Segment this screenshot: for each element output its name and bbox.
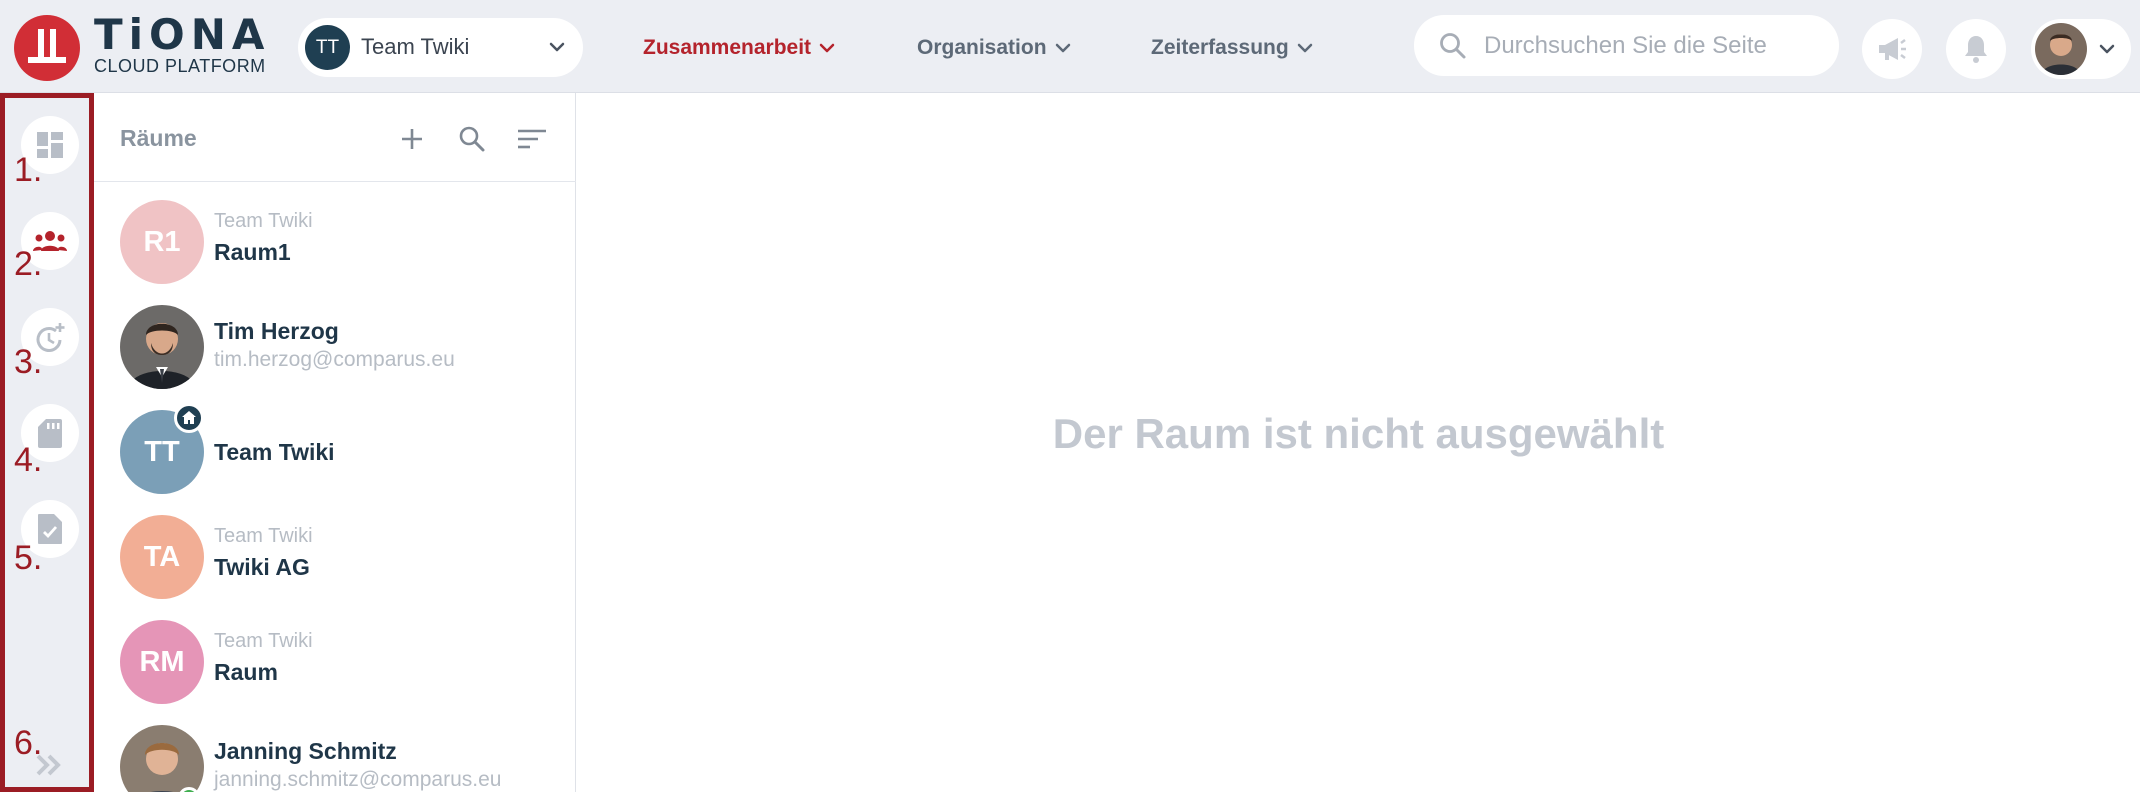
room-name: Team Twiki — [214, 439, 335, 465]
megaphone-icon — [1879, 38, 1906, 60]
team-avatar: TT — [305, 25, 350, 70]
room-team: Team Twiki — [214, 525, 313, 547]
room-item[interactable]: RM Team Twiki Raum — [94, 610, 576, 715]
rail-number-5: 5. — [14, 539, 43, 577]
avatar — [120, 305, 204, 389]
room-avatar: R1 — [120, 200, 204, 284]
profile-menu[interactable] — [2031, 19, 2131, 79]
nav-label: Zeiterfassung — [1151, 36, 1289, 59]
bell-icon — [1965, 36, 1987, 63]
room-avatar: RM — [120, 620, 204, 704]
room-item[interactable]: TA Team Twiki Twiki AG — [94, 505, 576, 610]
room-team: Team Twiki — [214, 210, 313, 232]
room-email: janning.schmitz@comparus.eu — [214, 768, 502, 791]
rail-number-2: 2. — [14, 245, 43, 283]
chevron-down-icon — [1055, 43, 1070, 53]
search-icon — [459, 126, 485, 152]
nav-zeiterfassung[interactable]: Zeiterfassung — [1151, 33, 1315, 63]
room-item[interactable]: Tim Herzog tim.herzog@comparus.eu — [94, 295, 576, 400]
avatar — [2035, 23, 2087, 75]
rail-number-4: 4. — [14, 441, 43, 479]
avatar — [120, 725, 204, 792]
room-email: tim.herzog@comparus.eu — [214, 348, 455, 371]
search-bar[interactable] — [1414, 15, 1839, 76]
top-bar: TiONA CLOUD PLATFORM TT Team Twiki Zusam… — [0, 0, 2140, 93]
plus-icon — [402, 129, 422, 149]
room-name: Janning Schmitz — [214, 738, 397, 764]
room-item[interactable]: R1 Team Twiki Raum1 — [94, 190, 576, 295]
room-item[interactable]: Janning Schmitz janning.schmitz@comparus… — [94, 715, 576, 792]
logo-mark-icon — [28, 29, 66, 63]
brand-name: TiONA — [94, 10, 271, 59]
room-avatar: TA — [120, 515, 204, 599]
sidebar-rail: 1. 2. 3. 4. 5. 6. — [0, 93, 94, 792]
tiona-logo[interactable] — [14, 15, 80, 81]
nav-organisation[interactable]: Organisation — [917, 33, 1073, 63]
room-name: Raum — [214, 659, 278, 685]
rooms-header: Räume — [94, 93, 576, 182]
team-name: Team Twiki — [361, 34, 470, 59]
rooms-panel: Räume R1 Team Twiki Raum1 Tim Herzog tim… — [94, 93, 576, 792]
room-name: Raum1 — [214, 239, 291, 265]
home-icon — [182, 411, 196, 424]
room-item[interactable]: TT Team Twiki — [94, 400, 576, 505]
nav-label: Zusammenarbeit — [643, 36, 812, 59]
chevron-down-icon — [2099, 44, 2115, 54]
notifications-button[interactable] — [1946, 19, 2006, 79]
chevron-down-icon — [819, 43, 835, 53]
announcements-button[interactable] — [1862, 19, 1922, 79]
room-name: Tim Herzog — [214, 318, 339, 344]
nav-label: Organisation — [917, 36, 1047, 59]
search-rooms-button[interactable] — [452, 119, 492, 159]
add-room-button[interactable] — [392, 119, 432, 159]
search-input[interactable] — [1484, 29, 1824, 63]
expand-sidebar-icon[interactable] — [35, 753, 63, 777]
empty-state-message: Der Raum ist nicht ausgewählt — [1052, 410, 1665, 457]
rooms-title: Räume — [120, 125, 197, 151]
nav-zusammenarbeit[interactable]: Zusammenarbeit — [643, 33, 837, 63]
chevron-down-icon — [549, 42, 565, 52]
rail-number-1: 1. — [14, 151, 43, 189]
search-icon — [1440, 33, 1466, 59]
rail-number-3: 3. — [14, 343, 43, 381]
brand-subtitle: CLOUD PLATFORM — [94, 56, 266, 76]
home-badge — [174, 403, 204, 433]
chevron-down-icon — [1297, 43, 1312, 53]
sort-rooms-button[interactable] — [512, 119, 552, 159]
team-selector[interactable]: TT Team Twiki — [298, 18, 583, 77]
sort-icon — [518, 129, 546, 149]
room-team: Team Twiki — [214, 630, 313, 652]
room-name: Twiki AG — [214, 554, 310, 580]
